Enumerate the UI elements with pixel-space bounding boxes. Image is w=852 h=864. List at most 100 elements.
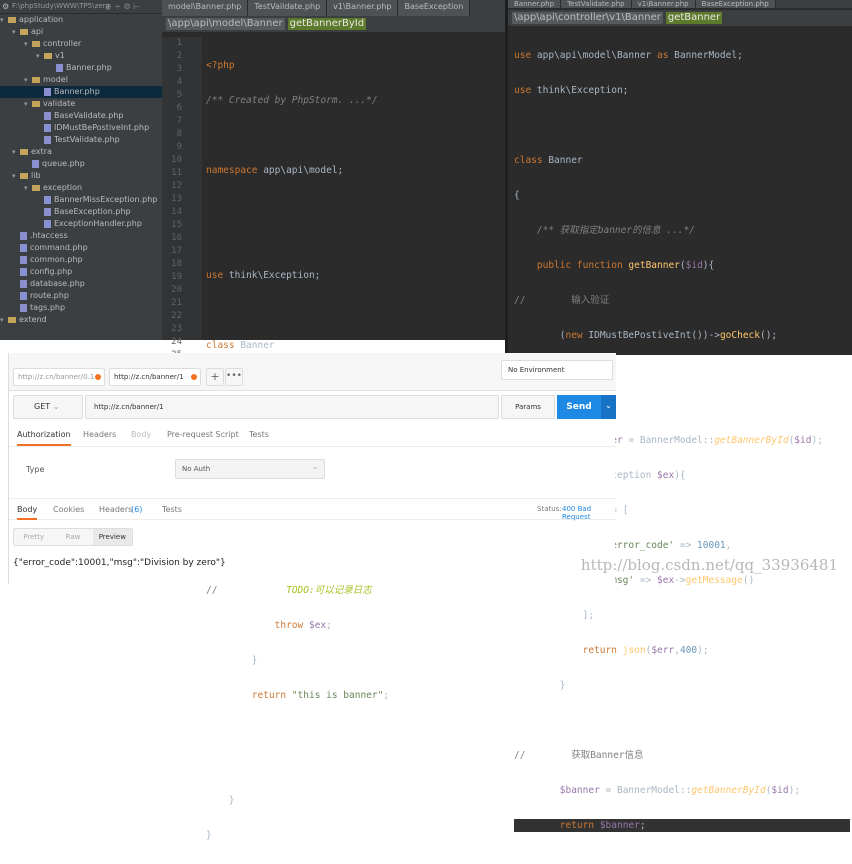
auth-type-value: No Auth [182, 465, 211, 473]
chevron-down-icon[interactable]: ▾ [0, 14, 8, 26]
editor-tab[interactable]: BaseException [398, 0, 471, 16]
editor-tab[interactable]: v1\Banner.php [631, 0, 696, 8]
url-input[interactable]: http://z.cn/banner/1 [85, 395, 499, 419]
tab-pre-request-script[interactable]: Pre-request Script [167, 430, 239, 439]
folder-icon [20, 172, 28, 179]
tree-item[interactable]: Banner.php [0, 86, 162, 98]
tree-toolbar-icons[interactable]: ⊕ ÷ ⚙ ⊢ [105, 2, 140, 11]
tree-item[interactable]: ▾ model [0, 74, 162, 86]
tab-headers[interactable]: Headers [83, 430, 116, 439]
chevron-down-icon[interactable]: ▾ [24, 98, 32, 110]
tree-item-label: .htaccess [30, 231, 68, 240]
tree-item[interactable]: route.php [0, 290, 162, 302]
more-tabs-icon[interactable]: ••• [225, 368, 243, 386]
tree-item[interactable]: BannerMissException.php [0, 194, 162, 206]
tab-authorization[interactable]: Authorization [17, 430, 71, 446]
resp-tab-headers[interactable]: Headers [99, 505, 132, 514]
breadcrumb-method[interactable]: getBanner [665, 12, 723, 24]
breadcrumb-class[interactable]: \app\api\controller\v1\Banner [512, 12, 663, 24]
tree-item[interactable]: ▾ api [0, 26, 162, 38]
environment-select[interactable]: No Environment [501, 360, 613, 380]
request-tab-label: http://z.cn/banner/1 [114, 373, 184, 381]
breadcrumb-method[interactable]: getBannerById [287, 18, 367, 30]
request-tab-1[interactable]: http://z.cn/banner/1 [109, 368, 201, 386]
send-options-icon[interactable]: ⌄ [601, 395, 616, 419]
resp-tab-body[interactable]: Body [17, 505, 38, 520]
tree-item-label: BannerMissException.php [54, 195, 158, 204]
tree-item[interactable]: ▾ validate [0, 98, 162, 110]
params-button[interactable]: Params [501, 395, 555, 419]
request-tab-0[interactable]: http://z.cn/banner/0.1 [13, 368, 105, 386]
request-tab-label: http://z.cn/banner/0.1 [18, 373, 95, 381]
chevron-down-icon[interactable]: ▾ [12, 26, 20, 38]
chevron-down-icon[interactable]: ▾ [12, 170, 20, 182]
tree-item-label: extra [31, 147, 52, 156]
tree-item[interactable]: command.php [0, 242, 162, 254]
request-tabs-bar: http://z.cn/banner/0.1 http://z.cn/banne… [9, 353, 616, 391]
tree-item[interactable]: BaseValidate.php [0, 110, 162, 122]
tab-tests[interactable]: Tests [249, 430, 269, 439]
gear-icon[interactable]: ⚙ [2, 2, 9, 11]
chevron-down-icon[interactable]: ▾ [36, 50, 44, 62]
line-number: 4 [176, 77, 182, 87]
method-select[interactable]: GET ⌄ [13, 395, 83, 419]
tree-item[interactable]: ▾ v1 [0, 50, 162, 62]
tree-item[interactable]: ▾ controller [0, 38, 162, 50]
tree-item[interactable]: TestValidate.php [0, 134, 162, 146]
php-file-icon [44, 111, 51, 120]
chevron-down-icon[interactable]: ▾ [12, 146, 20, 158]
php-file-icon [20, 231, 27, 240]
chevron-down-icon[interactable]: ▾ [0, 314, 8, 326]
tree-item[interactable]: .htaccess [0, 230, 162, 242]
tree-item[interactable]: Banner.php [0, 62, 162, 74]
pretty-button[interactable]: Pretty [14, 529, 53, 545]
auth-type-select[interactable]: No Auth ⌄ [175, 459, 325, 479]
tree-item[interactable]: ▾ extra [0, 146, 162, 158]
php-file-icon [20, 243, 27, 252]
tree-item[interactable]: IDMustBePostiveInt.php [0, 122, 162, 134]
postman-panel: http://z.cn/banner/0.1 http://z.cn/banne… [8, 353, 616, 584]
line-number: 24 [171, 337, 182, 347]
tree-item[interactable]: ▾ lib [0, 170, 162, 182]
preview-button[interactable]: Preview [92, 529, 132, 545]
php-file-icon [20, 267, 27, 276]
tree-item-label: validate [43, 99, 76, 108]
tree-item[interactable]: database.php [0, 278, 162, 290]
editor-tab[interactable]: Banner.php [508, 0, 562, 8]
chevron-down-icon[interactable]: ▾ [24, 182, 32, 194]
php-file-icon [44, 207, 51, 216]
tree-item[interactable]: ▾ extend [0, 314, 162, 326]
editor-tab[interactable]: BaseException.php [695, 0, 776, 8]
tree-item-label: application [19, 15, 64, 24]
php-file-icon [44, 195, 51, 204]
breadcrumb-class[interactable]: \app\api\model\Banner [166, 18, 285, 30]
chevron-down-icon[interactable]: ▾ [24, 38, 32, 50]
editor-tab[interactable]: TestValidate.php [561, 0, 632, 8]
tree-item[interactable]: ExceptionHandler.php [0, 218, 162, 230]
tree-item[interactable]: BaseException.php [0, 206, 162, 218]
tree-item[interactable]: tags.php [0, 302, 162, 314]
tab-body[interactable]: Body [131, 430, 151, 439]
add-tab-button[interactable]: + [206, 368, 224, 386]
tree-item[interactable]: ▾ application [0, 14, 162, 26]
line-number: 15 [171, 220, 182, 230]
editor-tab[interactable]: model\Banner.php [162, 0, 249, 16]
editor-tab[interactable]: v1\Banner.php [327, 0, 399, 16]
tree-item[interactable]: queue.php [0, 158, 162, 170]
resp-tab-tests[interactable]: Tests [162, 505, 182, 514]
chevron-down-icon[interactable]: ▾ [24, 74, 32, 86]
tree-item-label: v1 [55, 51, 65, 60]
breadcrumb: \app\api\controller\v1\Banner getBanner [508, 10, 852, 26]
project-tree: ⚙ ⊕ ÷ ⚙ ⊢ F:\phpStudy\WWW\TP5\zerg ▾ appl… [0, 0, 162, 340]
raw-button[interactable]: Raw [53, 529, 92, 545]
tree-item[interactable]: common.php [0, 254, 162, 266]
line-number: 22 [171, 311, 182, 321]
resp-tab-cookies[interactable]: Cookies [53, 505, 84, 514]
tree-item[interactable]: ▾ exception [0, 182, 162, 194]
request-section-tabs: Authorization Headers Body Pre-request S… [9, 425, 616, 447]
tree-item[interactable]: config.php [0, 266, 162, 278]
send-button[interactable]: Send [557, 395, 601, 419]
editor-tab[interactable]: TestVaildate.php [248, 0, 328, 16]
tree-item-label: queue.php [42, 159, 85, 168]
line-number: 11 [171, 168, 182, 178]
